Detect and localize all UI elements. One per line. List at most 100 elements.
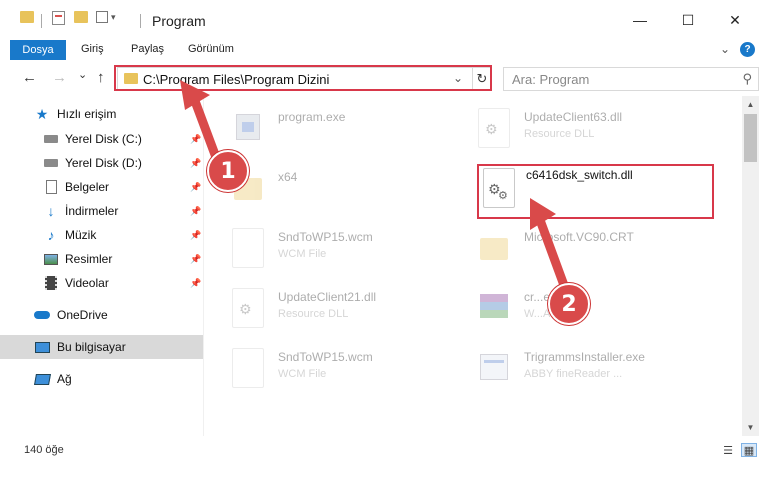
scroll-up-arrow[interactable]: ▲ — [742, 96, 759, 113]
file-type: WCM File — [278, 368, 327, 380]
search-input[interactable]: Ara: Program — [512, 72, 589, 87]
step-badge-2: 2 — [548, 283, 590, 325]
large-icons-view-icon[interactable]: ▦ — [741, 443, 757, 457]
search-icon: ⚲ — [742, 71, 752, 86]
sidebar-item-drive-d[interactable]: Yerel Disk (D:) 📌 — [0, 151, 203, 175]
folder-icon — [20, 11, 34, 23]
documents-icon — [43, 179, 59, 195]
file-item[interactable]: TrigrammsInstaller.exe ABBY fineReader .… — [458, 338, 703, 398]
pictures-icon — [43, 251, 59, 267]
sidebar-item-quick-access[interactable]: ★ Hızlı erişim — [0, 102, 203, 126]
tab-view[interactable]: Görünüm — [188, 43, 234, 55]
sidebar-item-network[interactable]: Ağ — [0, 367, 203, 391]
sidebar-item-downloads[interactable]: ↓ İndirmeler 📌 — [0, 199, 203, 223]
sidebar-item-label: Hızlı erişim — [57, 107, 117, 121]
exe-icon — [478, 348, 510, 388]
customize-icon[interactable]: ▾ — [96, 11, 116, 23]
file-item[interactable]: ⚙ UpdateClient21.dll Resource DLL — [212, 278, 457, 338]
sidebar-item-pictures[interactable]: Resimler 📌 — [0, 247, 203, 271]
file-name: TrigrammsInstaller.exe — [524, 350, 645, 364]
close-button[interactable]: ✕ — [712, 0, 758, 40]
file-type: Resource DLL — [524, 128, 595, 140]
search-box[interactable]: Ara: Program ⚲ — [503, 67, 759, 91]
file-item[interactable]: program.exe — [212, 98, 457, 158]
music-icon: ♪ — [47, 227, 55, 243]
recent-locations-button[interactable]: ⌄ — [78, 68, 87, 81]
folder-icon — [478, 228, 510, 268]
maximize-button[interactable]: ☐ — [665, 0, 711, 40]
sidebar-item-music[interactable]: ♪ Müzik 📌 — [0, 223, 203, 247]
tab-file[interactable]: Dosya — [10, 40, 66, 60]
step-badge-1: 1 — [207, 150, 249, 192]
videos-icon — [43, 275, 59, 291]
back-button[interactable]: ← — [22, 69, 37, 86]
window-title: Program — [152, 13, 206, 29]
address-highlight — [114, 65, 492, 91]
status-bar: 140 öğe ☰ ▦ — [0, 436, 769, 479]
cloud-icon — [34, 307, 50, 323]
file-list: program.exe ⚙ UpdateClient63.dll Resourc… — [212, 96, 742, 436]
file-name: SndToWP15.wcm — [278, 230, 373, 244]
file-highlight — [477, 164, 714, 219]
tab-home[interactable]: Giriş — [81, 43, 104, 55]
up-button[interactable]: ↑ — [97, 69, 105, 86]
scrollbar-thumb[interactable] — [744, 114, 757, 162]
file-item[interactable]: Microsoft.VC90.CRT — [458, 218, 703, 278]
file-name: x64 — [278, 170, 298, 184]
sidebar-item-label: Bu bilgisayar — [57, 340, 126, 354]
sidebar-item-documents[interactable]: Belgeler 📌 — [0, 175, 203, 199]
navigation-pane: ★ Hızlı erişim Yerel Disk (C:) 📌 Yerel D… — [0, 100, 203, 435]
file-item[interactable]: ⚙ UpdateClient63.dll Resource DLL — [458, 98, 703, 158]
sidebar-item-label: Müzik — [65, 228, 97, 242]
sidebar-item-this-pc[interactable]: Bu bilgisayar — [0, 335, 203, 359]
pin-icon: 📌 — [190, 253, 202, 264]
sidebar-item-label: İndirmeler — [65, 204, 119, 218]
forward-button[interactable]: → — [52, 69, 67, 86]
ribbon-expand-icon[interactable]: ⌄ — [720, 42, 730, 56]
file-name: UpdateClient21.dll — [278, 290, 377, 304]
file-name: program.exe — [278, 110, 346, 124]
separator — [41, 14, 42, 28]
tab-share[interactable]: Paylaş — [131, 43, 164, 55]
title-bar: ▾ Program — ☐ ✕ — [0, 0, 769, 40]
sidebar-item-label: Videolar — [65, 276, 109, 290]
item-count: 140 öğe — [24, 444, 64, 456]
help-icon[interactable]: ? — [740, 42, 755, 57]
exe-icon — [232, 108, 264, 148]
file-name: UpdateClient63.dll — [524, 110, 623, 124]
dll-icon: ⚙ — [232, 288, 264, 328]
vertical-scrollbar[interactable]: ▲ ▼ — [742, 96, 759, 436]
pin-icon: 📌 — [190, 181, 202, 192]
pin-icon: 📌 — [190, 277, 202, 288]
sidebar-item-onedrive[interactable]: OneDrive — [0, 303, 203, 327]
details-view-icon[interactable]: ☰ — [720, 443, 736, 457]
new-folder-icon[interactable] — [74, 11, 88, 23]
sidebar-item-label: Yerel Disk (C:) — [65, 132, 142, 146]
file-icon — [232, 228, 264, 268]
separator — [140, 14, 141, 28]
pane-divider[interactable] — [203, 96, 204, 436]
sidebar-item-label: Yerel Disk (D:) — [65, 156, 142, 170]
computer-icon — [34, 339, 50, 355]
drive-icon — [43, 155, 59, 171]
network-icon — [33, 371, 51, 387]
file-type: Resource DLL — [278, 308, 349, 320]
pin-icon: 📌 — [190, 133, 202, 144]
scroll-down-arrow[interactable]: ▼ — [742, 419, 759, 436]
sidebar-item-videos[interactable]: Videolar 📌 — [0, 271, 203, 295]
file-type: ABBY fineReader ... — [524, 368, 623, 380]
pin-icon: 📌 — [190, 205, 202, 216]
minimize-button[interactable]: — — [617, 0, 663, 40]
sidebar-item-label: OneDrive — [57, 308, 108, 322]
ribbon: Dosya Giriş Paylaş Görünüm ⌄ ? — [0, 40, 769, 60]
properties-icon[interactable] — [52, 11, 65, 25]
file-item[interactable]: SndToWP15.wcm WCM File — [212, 218, 457, 278]
downloads-icon: ↓ — [47, 203, 55, 219]
pin-icon: 📌 — [190, 229, 202, 240]
sidebar-item-label: Resimler — [65, 252, 113, 266]
file-name: Microsoft.VC90.CRT — [524, 230, 634, 244]
file-icon — [232, 348, 264, 388]
file-item[interactable]: SndToWP15.wcm WCM File — [212, 338, 457, 398]
sidebar-item-drive-c[interactable]: Yerel Disk (C:) 📌 — [0, 127, 203, 151]
file-type: WCM File — [278, 248, 327, 260]
